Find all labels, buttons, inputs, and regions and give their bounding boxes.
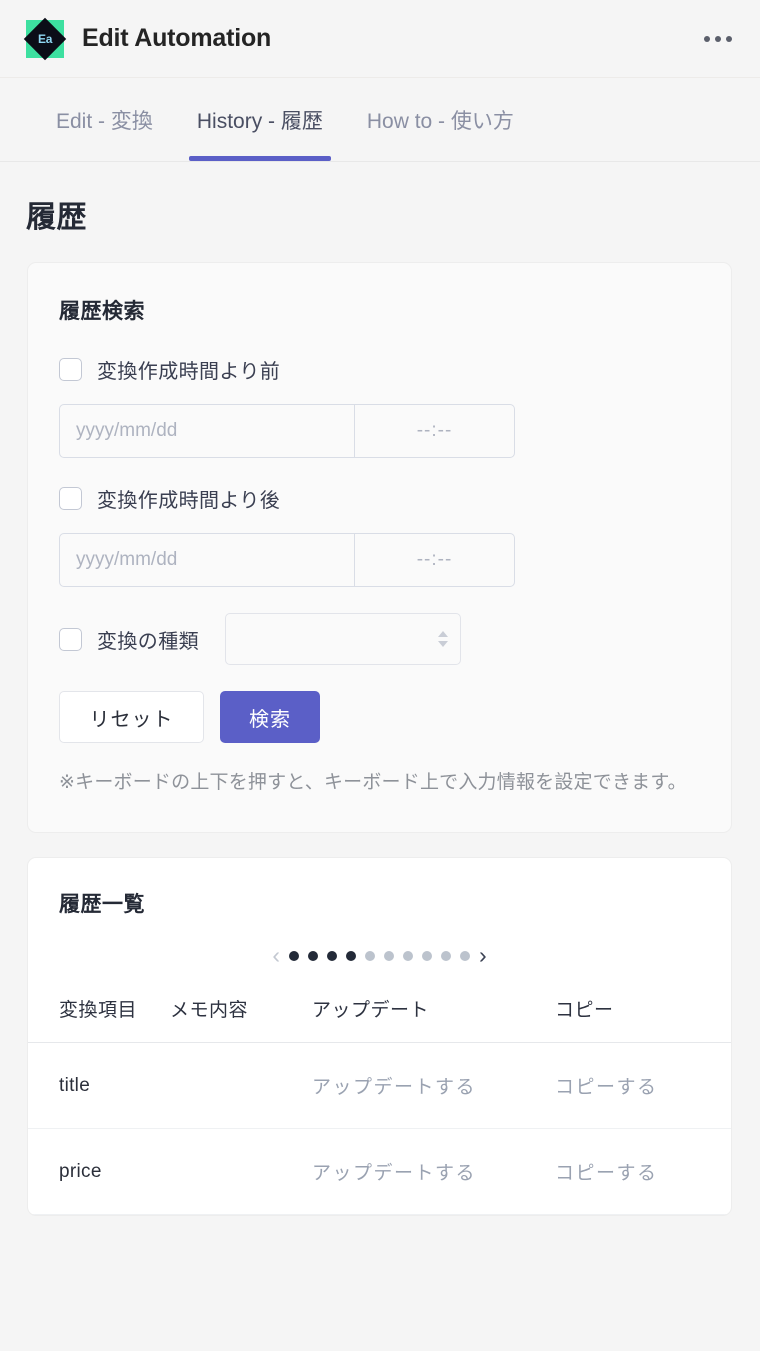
column-header-update: アップデート bbox=[312, 985, 555, 1044]
search-form: 変換作成時間より前 変換作成時間より後 変換の種類 bbox=[28, 325, 731, 832]
chevron-right-icon[interactable]: › bbox=[479, 944, 487, 967]
dot-1 bbox=[704, 35, 710, 42]
search-button-row: リセット 検索 bbox=[59, 691, 700, 743]
checkbox-conversion-type[interactable] bbox=[59, 627, 82, 651]
tab-history-label: History - 履歴 bbox=[196, 109, 323, 133]
copy-link[interactable]: コピーする bbox=[555, 1163, 658, 1184]
app-logo-icon: Ea bbox=[23, 17, 67, 60]
before-time-input[interactable] bbox=[355, 404, 515, 458]
app-header: Ea Edit Automation bbox=[0, 0, 760, 78]
tab-bar: Edit - 変換 History - 履歴 How to - 使い方 bbox=[0, 78, 760, 162]
conversion-type-row: 変換の種類 bbox=[59, 613, 700, 665]
conversion-type-select-wrap bbox=[225, 613, 461, 665]
copy-link[interactable]: コピーする bbox=[555, 1077, 658, 1098]
tab-edit-label: Edit - 変換 bbox=[56, 109, 153, 133]
column-header-item: 変換項目 bbox=[28, 985, 170, 1044]
page-dot-5[interactable] bbox=[365, 950, 375, 961]
logo-diamond-shape: Ea bbox=[23, 17, 67, 60]
table-row: title アップデートする コピーする bbox=[28, 1042, 731, 1130]
search-button[interactable]: 検索 bbox=[220, 691, 320, 743]
history-table: 変換項目 メモ内容 アップデート コピー title アップデートする コピーす… bbox=[28, 985, 731, 1216]
after-date-input[interactable] bbox=[59, 533, 355, 587]
column-header-memo: メモ内容 bbox=[170, 985, 312, 1044]
update-link[interactable]: アップデートする bbox=[312, 1163, 476, 1184]
checkbox-before-time-label: 変換作成時間より前 bbox=[97, 361, 281, 383]
update-link[interactable]: アップデートする bbox=[312, 1077, 476, 1098]
table-row: price アップデートする コピーする bbox=[28, 1128, 731, 1216]
tab-how-to-label: How to - 使い方 bbox=[366, 109, 514, 133]
history-table-body: title アップデートする コピーする price アップデートする コピーす… bbox=[28, 1042, 731, 1216]
keyboard-hint-note: ※キーボードの上下を押すと、キーボード上で入力情報を設定できます。 bbox=[59, 772, 687, 793]
cell-item: title bbox=[28, 1042, 170, 1130]
history-table-head: 変換項目 メモ内容 アップデート コピー bbox=[28, 985, 731, 1044]
column-header-copy: コピー bbox=[555, 985, 731, 1044]
checkbox-after-time[interactable] bbox=[59, 487, 82, 510]
page-dot-7[interactable] bbox=[403, 950, 413, 961]
checkbox-before-time[interactable] bbox=[59, 358, 82, 381]
before-date-input[interactable] bbox=[59, 404, 355, 458]
logo-initials: Ea bbox=[37, 31, 53, 46]
page-dot-1[interactable] bbox=[289, 950, 299, 961]
page-dot-8[interactable] bbox=[422, 950, 432, 961]
history-list-card: 履歴一覧 ‹ › 変換項目 メモ内容 アップデート コピー title アップデ… bbox=[27, 857, 732, 1217]
after-time-field-row bbox=[59, 533, 700, 587]
page-dot-2[interactable] bbox=[308, 950, 318, 961]
checkbox-conversion-type-label: 変換の種類 bbox=[97, 630, 199, 653]
checkbox-after-time-label: 変換作成時間より後 bbox=[97, 490, 281, 512]
tab-how-to[interactable]: How to - 使い方 bbox=[345, 78, 536, 161]
after-time-input[interactable] bbox=[355, 533, 515, 587]
page-dot-10[interactable] bbox=[460, 950, 470, 961]
search-card-title: 履歴検索 bbox=[59, 300, 145, 323]
dot-3 bbox=[726, 35, 732, 42]
cell-memo bbox=[170, 1042, 312, 1130]
dot-2 bbox=[715, 35, 721, 42]
table-header-row: 変換項目 メモ内容 アップデート コピー bbox=[28, 985, 731, 1044]
tab-history[interactable]: History - 履歴 bbox=[175, 78, 345, 161]
page-dot-6[interactable] bbox=[384, 950, 394, 961]
after-time-check-row: 変換作成時間より後 bbox=[59, 484, 700, 513]
list-card-title: 履歴一覧 bbox=[59, 893, 145, 917]
more-horizontal-icon[interactable] bbox=[700, 28, 736, 50]
conversion-type-select[interactable] bbox=[225, 613, 461, 665]
page-dot-9[interactable] bbox=[441, 950, 451, 961]
cell-memo bbox=[170, 1128, 312, 1216]
reset-button[interactable]: リセット bbox=[59, 691, 204, 743]
app-title: Edit Automation bbox=[82, 24, 272, 52]
tab-edit[interactable]: Edit - 変換 bbox=[36, 78, 175, 161]
page-title: 履歴 bbox=[26, 201, 87, 234]
before-time-field-row bbox=[59, 404, 700, 458]
page-dot-3[interactable] bbox=[327, 950, 337, 961]
page-content: 履歴 履歴検索 変換作成時間より前 変換作成時間より後 bbox=[0, 162, 760, 1217]
pagination: ‹ › bbox=[28, 918, 731, 985]
history-search-card: 履歴検索 変換作成時間より前 変換作成時間より後 bbox=[27, 262, 732, 834]
chevron-left-icon[interactable]: ‹ bbox=[272, 944, 280, 967]
page-dot-4[interactable] bbox=[346, 950, 356, 961]
before-time-check-row: 変換作成時間より前 bbox=[59, 355, 700, 384]
cell-item: price bbox=[28, 1128, 170, 1216]
